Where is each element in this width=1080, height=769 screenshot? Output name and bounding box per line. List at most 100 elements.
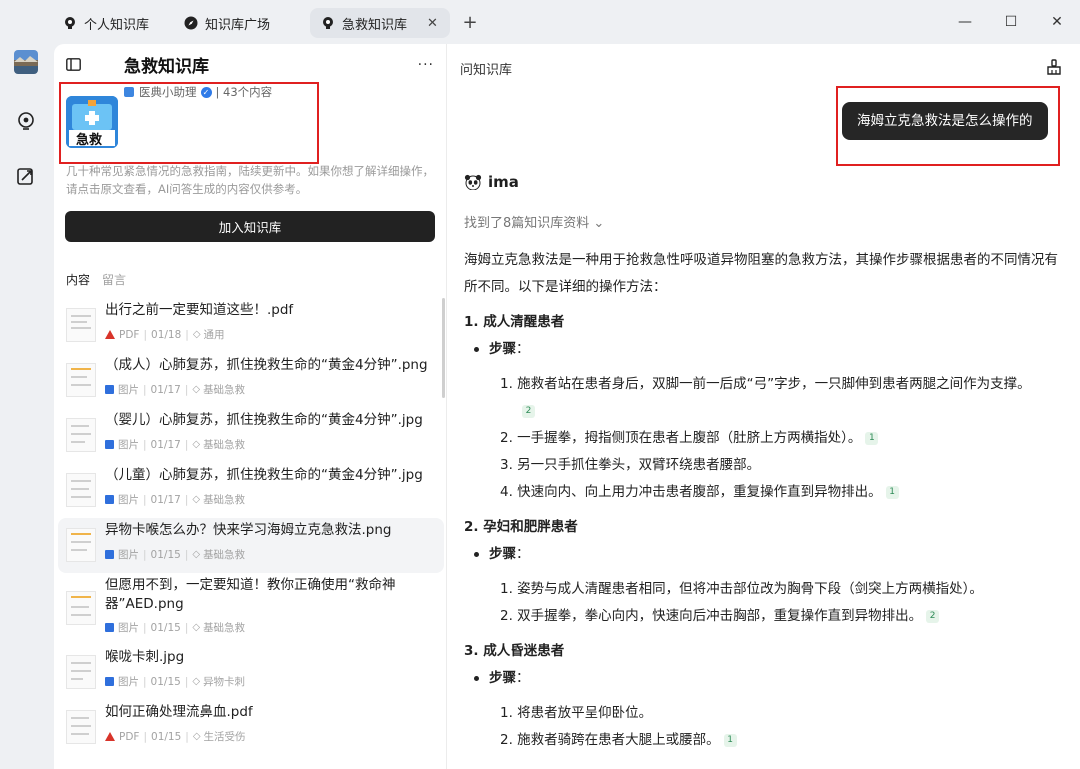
bullet-item: 步骤：: [464, 336, 1064, 363]
kb-title: 急救知识库: [124, 57, 209, 77]
tag-icon: ◇: [192, 494, 201, 505]
kb-cover-label: 急救: [76, 133, 103, 148]
tag-icon: ◇: [192, 384, 201, 395]
section-heading: 3. 成人昏迷患者: [464, 643, 565, 659]
citation-badge[interactable]: 1: [723, 733, 737, 747]
step-item: 2. 施救者骑跨在患者大腿上或腰部。 1: [464, 727, 1064, 754]
document-title: 异物卡喉怎么办？快来学习海姆立克急救法.png: [105, 522, 392, 538]
document-list: 出行之前一定要知道这些！.pdf PDF | 01/18 | ◇ 通用 （成人）心肺复…: [58, 298, 444, 755]
document-thumbnail: [66, 473, 96, 507]
tab-kb-square[interactable]: 知识库广场: [173, 8, 280, 38]
kb-header: 急救: [66, 96, 118, 148]
kb-count: | 43个内容: [215, 85, 273, 99]
bulb-icon: [320, 15, 336, 31]
more-options-icon[interactable]: ···: [418, 57, 434, 73]
minimize-button[interactable]: —: [942, 0, 988, 44]
answer-content: 海姆立克急救法是一种用于抢救急性呼吸道异物阻塞的急救方法，其操作步骤根据患者的不…: [464, 247, 1064, 754]
close-tab-icon[interactable]: ✕: [427, 16, 438, 31]
verified-icon: ✓: [200, 86, 212, 98]
close-window-button[interactable]: ✕: [1034, 0, 1080, 44]
document-meta: 图片 | 01/15 | ◇ 基础急救: [105, 620, 245, 635]
image-icon: [105, 677, 114, 686]
document-title: 但愿用不到，一定要知道！教你正确使用“救命神器”AED.png: [105, 577, 396, 612]
tag-icon: ◇: [192, 439, 201, 450]
document-meta: 图片 | 01/17 | ◇ 基础急救: [105, 382, 245, 397]
list-item[interactable]: 出行之前一定要知道这些！.pdf PDF | 01/18 | ◇ 通用: [58, 298, 444, 353]
step-item: 2. 一手握拳，拇指侧顶在患者上腹部（肚脐上方两横指处）。 1: [464, 425, 1064, 452]
left-rail: [0, 44, 54, 769]
step-item: 1. 姿势与成人清醒患者相同，但将冲击部位改为胸骨下段（剑突上方两横指处）。: [500, 581, 983, 597]
bullet-item: 步骤：: [464, 541, 1064, 568]
title-bar: 个人知识库 知识库广场 急救知识库 ✕ + — ☐ ✕: [0, 0, 1080, 44]
document-meta: PDF | 01/18 | ◇ 通用: [105, 327, 225, 342]
document-title: （儿童）心肺复苏，抓住挽救生命的“黄金4分钟”.jpg: [105, 467, 423, 483]
knowledge-base-icon[interactable]: [14, 109, 38, 133]
document-meta: 图片 | 01/17 | ◇ 基础急救: [105, 492, 245, 507]
edit-note-icon[interactable]: [14, 164, 38, 188]
citation-badge[interactable]: 1: [885, 485, 899, 499]
bulb-icon: [62, 15, 78, 31]
document-thumbnail: [66, 418, 96, 452]
list-item[interactable]: 喉咙卡刺.jpg 图片 | 01/15 | ◇ 异物卡刺: [58, 645, 444, 700]
tab-label: 知识库广场: [205, 17, 271, 33]
list-item[interactable]: （成人）心肺复苏，抓住挽救生命的“黄金4分钟”.png 图片 | 01/17 | ◇…: [58, 353, 444, 408]
document-meta: 图片 | 01/17 | ◇ 基础急救: [105, 437, 245, 452]
avatar[interactable]: [14, 50, 38, 74]
chat-panel: 问知识库 海姆立克急救法是怎么操作的 ima 找到了8篇知识库资料 ⌄ 海姆立克…: [447, 44, 1080, 769]
section-heading: 1. 成人清醒患者: [464, 314, 565, 330]
kb-author[interactable]: 医典小助理: [139, 84, 197, 100]
document-thumbnail: [66, 710, 96, 744]
tag-icon: ◇: [192, 676, 201, 687]
image-icon: [105, 495, 114, 504]
pdf-icon: [105, 330, 115, 339]
citation-badge[interactable]: 2: [926, 609, 940, 623]
chat-title: 问知识库: [460, 63, 513, 78]
list-item[interactable]: 但愿用不到，一定要知道！教你正确使用“救命神器”AED.png 图片 | 01/1…: [58, 573, 444, 645]
maximize-button[interactable]: ☐: [988, 0, 1034, 44]
bot-header: ima: [464, 173, 519, 191]
tab-comments[interactable]: 留言: [102, 271, 126, 288]
panda-icon: [464, 174, 482, 191]
author-avatar-icon: [124, 87, 134, 97]
bullet-item: 步骤：: [464, 665, 1064, 692]
document-thumbnail: [66, 655, 96, 689]
sources-found-toggle[interactable]: 找到了8篇知识库资料 ⌄: [464, 212, 604, 231]
citation-badge[interactable]: 1: [865, 431, 879, 445]
tab-content[interactable]: 内容: [66, 271, 90, 288]
citation-badge[interactable]: 2: [522, 404, 535, 418]
tag-icon: ◇: [192, 549, 201, 560]
document-thumbnail: [66, 591, 96, 625]
new-tab-button[interactable]: +: [458, 12, 482, 33]
join-kb-button[interactable]: 加入知识库: [65, 211, 435, 242]
compass-icon: [183, 15, 199, 31]
image-icon: [105, 385, 114, 394]
step-item: 3. 另一只手抓住拳头，双臂环绕患者腰部。: [500, 457, 761, 473]
list-item[interactable]: （儿童）心肺复苏，抓住挽救生命的“黄金4分钟”.jpg 图片 | 01/17 | ◇…: [58, 463, 444, 518]
kb-description: 几十种常见紧急情况的急救指南，陆续更新中。如果你想了解详细操作，请点击原文查看，…: [66, 164, 434, 196]
clear-chat-icon[interactable]: [1043, 56, 1065, 78]
document-thumbnail: [66, 363, 96, 397]
document-title: 喉咙卡刺.jpg: [105, 649, 185, 665]
list-item[interactable]: （婴儿）心肺复苏，抓住挽救生命的“黄金4分钟”.jpg 图片 | 01/17 | ◇…: [58, 408, 444, 463]
list-scrollbar[interactable]: [442, 298, 445, 398]
step-item: 1. 施救者站在患者身后，双脚一前一后成“弓”字步，一只脚伸到患者两腿之间作为支…: [500, 376, 1031, 418]
section-heading: 2. 孕妇和肥胖患者: [464, 519, 578, 535]
document-title: 出行之前一定要知道这些！.pdf: [105, 302, 294, 318]
tab-first-aid-kb[interactable]: 急救知识库 ✕: [310, 8, 451, 38]
document-title: （婴儿）心肺复苏，抓住挽救生命的“黄金4分钟”.jpg: [105, 412, 423, 428]
pdf-icon: [105, 732, 115, 741]
list-item-selected[interactable]: 异物卡喉怎么办？快来学习海姆立克急救法.png 图片 | 01/15 | ◇ 基础急救: [58, 518, 444, 573]
answer-intro: 海姆立克急救法是一种用于抢救急性呼吸道异物阻塞的急救方法，其操作步骤根据患者的不…: [464, 252, 1058, 295]
tag-icon: ◇: [192, 329, 201, 340]
image-icon: [105, 550, 114, 559]
document-title: 如何正确处理流鼻血.pdf: [105, 704, 253, 720]
step-item: 2. 双手握拳，拳心向内，快速向后冲击胸部，重复操作直到异物排出。 2: [464, 603, 1064, 630]
sidebar-toggle-icon[interactable]: [66, 56, 81, 75]
tag-icon: ◇: [192, 731, 201, 742]
list-item[interactable]: 如何正确处理流鼻血.pdf PDF | 01/15 | ◇ 生活受伤: [58, 700, 444, 755]
tab-personal-kb[interactable]: 个人知识库: [52, 8, 159, 38]
image-icon: [105, 623, 114, 632]
kb-meta: 医典小助理 ✓ | 43个内容: [124, 84, 272, 100]
document-meta: 图片 | 01/15 | ◇ 基础急救: [105, 547, 245, 562]
step-item: 1. 将患者放平呈仰卧位。: [500, 705, 653, 721]
